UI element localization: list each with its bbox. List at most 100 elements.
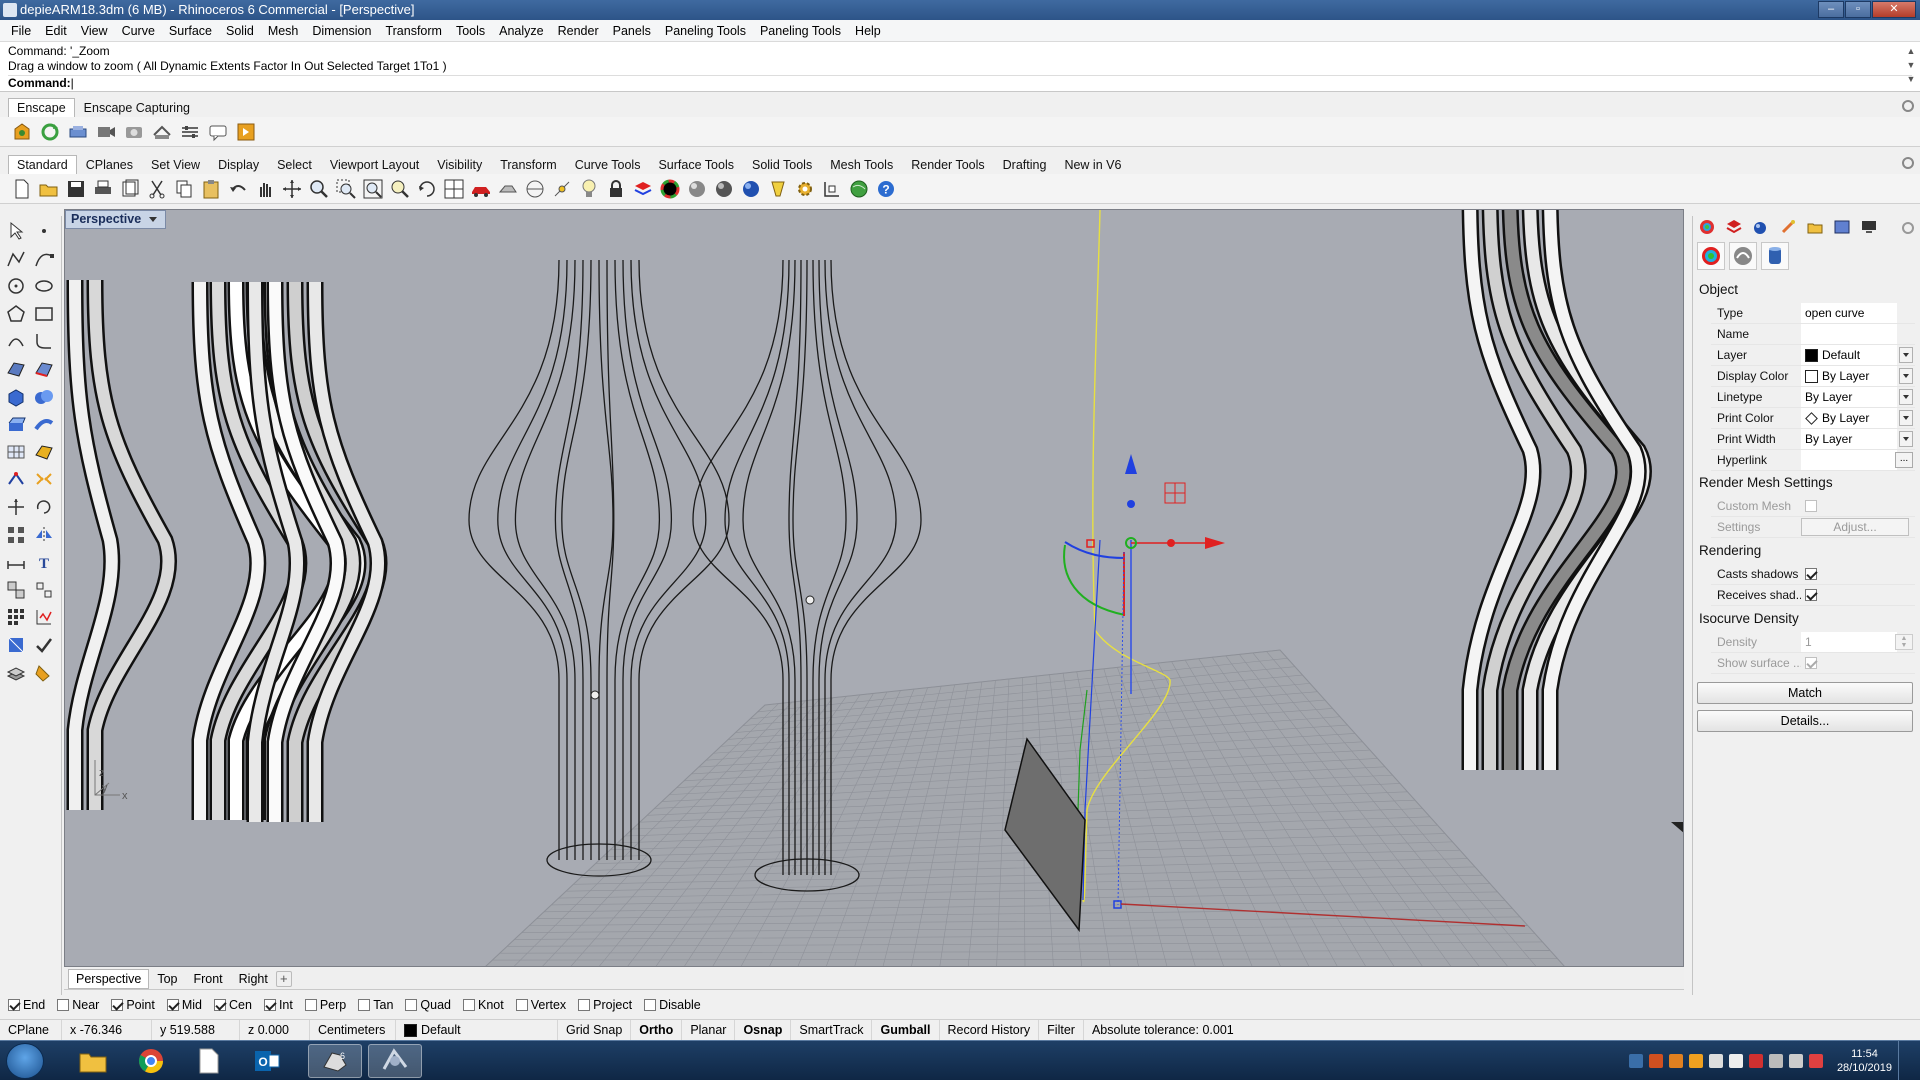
osnap-point[interactable]: Point [111, 998, 155, 1012]
osnap-project[interactable]: Project [578, 998, 632, 1012]
menu-panels[interactable]: Panels [606, 20, 658, 42]
viewport-title[interactable]: Perspective [65, 210, 167, 229]
lock-icon[interactable] [604, 177, 628, 201]
render-sphere-icon[interactable] [712, 177, 736, 201]
tab-new-in-v6[interactable]: New in V6 [1055, 155, 1130, 174]
prop-casts-shadows[interactable]: Casts shadows [1711, 564, 1915, 585]
osnap-checkbox[interactable] [8, 999, 20, 1011]
status-record-history[interactable]: Record History [940, 1020, 1040, 1040]
tab-cplanes[interactable]: CPlanes [77, 155, 142, 174]
chrome-taskbar-icon[interactable] [124, 1044, 178, 1078]
close-button[interactable]: ✕ [1872, 1, 1916, 18]
menu-paneling-tools[interactable]: Paneling Tools [658, 20, 753, 42]
hyperlink-browse-button[interactable]: ... [1895, 452, 1913, 468]
enscape-screenshot-icon[interactable] [122, 120, 146, 144]
enscape-start-icon[interactable] [10, 120, 34, 144]
command-scrollbar[interactable]: ▲ ▼ ▼ [1904, 44, 1918, 88]
properties-tab-icon[interactable] [1697, 218, 1717, 236]
dimension-icon[interactable] [3, 550, 29, 574]
status-smarttrack[interactable]: SmartTrack [791, 1020, 873, 1040]
paint-bucket-icon[interactable] [31, 661, 57, 685]
tray-usb-icon[interactable] [1728, 1054, 1743, 1068]
osnap-mid[interactable]: Mid [166, 998, 202, 1012]
render-tab-icon[interactable] [1778, 218, 1798, 236]
command-prompt-input[interactable]: Command:| [8, 75, 1912, 90]
circle-icon[interactable] [3, 274, 29, 298]
osnap-checkbox[interactable] [111, 999, 124, 1011]
display-color-dropdown-chevron-down-icon[interactable] [1899, 368, 1913, 384]
color-wheel-icon[interactable] [658, 177, 682, 201]
cplane-icon[interactable] [523, 177, 547, 201]
match-button[interactable]: Match [1697, 682, 1913, 704]
gear-icon[interactable] [1902, 100, 1914, 112]
tab-visibility[interactable]: Visibility [428, 155, 491, 174]
menu-transform[interactable]: Transform [378, 20, 449, 42]
tab-solid-tools[interactable]: Solid Tools [743, 155, 821, 174]
viewport-scene[interactable]: z y x [65, 210, 1684, 967]
osnap-perp[interactable]: Perp [304, 998, 346, 1012]
curve-from-objects-icon[interactable] [3, 329, 29, 353]
osnap-vertex[interactable]: Vertex [515, 998, 566, 1012]
tab-surface-tools[interactable]: Surface Tools [649, 155, 743, 174]
status-ortho[interactable]: Ortho [631, 1020, 683, 1040]
tab-standard[interactable]: Standard [8, 155, 77, 174]
rotate-view-icon[interactable] [415, 177, 439, 201]
prop-receives-shadows[interactable]: Receives shad... [1711, 585, 1915, 606]
linetype-dropdown-chevron-down-icon[interactable] [1899, 389, 1913, 405]
print-width-dropdown-chevron-down-icon[interactable] [1899, 431, 1913, 447]
snap-point-icon[interactable] [550, 177, 574, 201]
print-icon[interactable] [91, 177, 115, 201]
box-solid-icon[interactable] [3, 385, 29, 409]
osnap-cen[interactable]: Cen [214, 998, 252, 1012]
environment-sphere-icon[interactable] [739, 177, 763, 201]
tray-network-icon[interactable] [1628, 1054, 1643, 1068]
status-osnap[interactable]: Osnap [735, 1020, 792, 1040]
open-file-icon[interactable] [37, 177, 61, 201]
receives-shadows-checkbox[interactable] [1805, 589, 1817, 601]
cut-icon[interactable] [145, 177, 169, 201]
rotate-icon[interactable] [31, 495, 57, 519]
osnap-int[interactable]: Int [263, 998, 293, 1012]
save-icon[interactable] [64, 177, 88, 201]
tab-curve-tools[interactable]: Curve Tools [566, 155, 650, 174]
osnap-tan[interactable]: Tan [358, 998, 393, 1012]
tab-select[interactable]: Select [268, 155, 321, 174]
dimension-tools-icon[interactable] [820, 177, 844, 201]
viewport-tab-top[interactable]: Top [149, 969, 185, 989]
boolean-union-icon[interactable] [31, 385, 57, 409]
status-planar[interactable]: Planar [682, 1020, 736, 1040]
materials-tab-icon[interactable] [1751, 218, 1771, 236]
osnap-checkbox[interactable] [405, 999, 418, 1011]
prop-density[interactable]: Density 1 ▲ ▼ [1711, 632, 1915, 653]
shade-icon[interactable] [496, 177, 520, 201]
osnap-checkbox[interactable] [304, 999, 317, 1011]
density-stepper[interactable]: ▲ ▼ [1895, 634, 1913, 650]
osnap-knot[interactable]: Knot [463, 998, 504, 1012]
enscape-export-icon[interactable] [150, 120, 174, 144]
tab-render-tools[interactable]: Render Tools [902, 155, 993, 174]
menu-surface[interactable]: Surface [162, 20, 219, 42]
prop-print-color[interactable]: Print Color By Layer [1711, 408, 1915, 429]
osnap-checkbox[interactable] [644, 999, 657, 1011]
libraries-tab-icon[interactable] [1805, 218, 1825, 236]
status-units[interactable]: Centimeters [310, 1020, 396, 1040]
enscape-video-icon[interactable] [94, 120, 118, 144]
osnap-checkbox[interactable] [166, 999, 179, 1011]
mirror-icon[interactable] [31, 523, 57, 547]
car-render-icon[interactable] [469, 177, 493, 201]
grasshopper-taskbar-icon[interactable] [368, 1044, 422, 1078]
split-icon[interactable] [31, 440, 57, 464]
group-icon[interactable] [3, 578, 29, 602]
layers-tab-icon[interactable] [1724, 218, 1744, 236]
text-icon[interactable]: T [31, 550, 57, 574]
tab-enscape-capturing[interactable]: Enscape Capturing [75, 98, 199, 117]
osnap-near[interactable]: Near [57, 998, 99, 1012]
light-bulb-icon[interactable] [577, 177, 601, 201]
tab-transform[interactable]: Transform [491, 155, 566, 174]
object-properties-icon[interactable] [1697, 242, 1725, 270]
prop-layer[interactable]: Layer Default [1711, 345, 1915, 366]
details-button[interactable]: Details... [1697, 710, 1913, 732]
document-taskbar-icon[interactable] [182, 1044, 236, 1078]
menu-analyze[interactable]: Analyze [492, 20, 550, 42]
new-file-icon[interactable] [10, 177, 34, 201]
